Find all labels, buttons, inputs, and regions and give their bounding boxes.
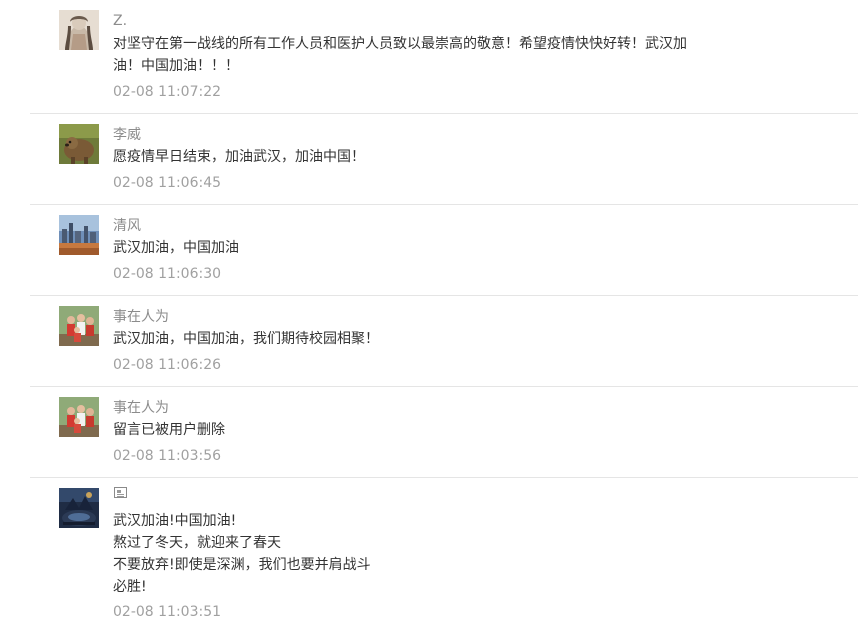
- avatar[interactable]: [59, 124, 99, 164]
- comment-item: Z. 对坚守在第一战线的所有工作人员和医护人员致以最崇高的敬意！希望疫情快快好转…: [30, 0, 858, 114]
- comment-nickname: 事在人为: [113, 400, 169, 416]
- comment-item: 李威 愿疫情早日结束，加油武汉，加油中国！ 02-08 11:06:45: [30, 114, 858, 205]
- avatar[interactable]: [59, 215, 99, 255]
- comment-item: 事在人为 武汉加油，中国加油，我们期待校园相聚！ 02-08 11:06:26: [30, 296, 858, 387]
- comment-timestamp: 02-08 11:03:56: [113, 448, 222, 464]
- comment-nickname: 清风: [113, 218, 141, 234]
- comment-text-line: 愿疫情早日结束，加油武汉，加油中国！: [113, 149, 365, 165]
- comment-item: 武汉加油!中国加油! 熬过了冬天，就迎来了春天 不要放弃!即使是深渊，我们也要并…: [30, 478, 858, 629]
- avatar[interactable]: [59, 397, 99, 437]
- comment-text-line: 留言已被用户删除: [113, 422, 225, 438]
- comment-nickname: 李威: [113, 127, 141, 143]
- comment-content: 武汉加油，中国加油，我们期待校园相聚！: [113, 328, 713, 350]
- comment-timestamp: 02-08 11:07:22: [113, 84, 222, 100]
- comment-nickname: Z.: [113, 13, 128, 29]
- comment-item: 事在人为 留言已被用户删除 02-08 11:03:56: [30, 387, 858, 478]
- comment-timestamp: 02-08 11:06:45: [113, 175, 222, 191]
- avatar[interactable]: [59, 306, 99, 346]
- avatar[interactable]: [59, 10, 99, 50]
- comment-item: 清风 武汉加油，中国加油 02-08 11:06:30: [30, 205, 858, 296]
- comment-text-line: 油！中国加油！！！: [113, 58, 239, 74]
- comment-content: 对坚守在第一战线的所有工作人员和医护人员致以最崇高的敬意！希望疫情快快好转！武汉…: [113, 33, 713, 77]
- comment-text-line: 武汉加油，中国加油: [113, 240, 239, 256]
- comment-timestamp: 02-08 11:06:30: [113, 266, 222, 282]
- comment-nickname: 事在人为: [113, 309, 169, 325]
- comment-content: 武汉加油!中国加油! 熬过了冬天，就迎来了春天 不要放弃!即使是深渊，我们也要并…: [113, 510, 713, 598]
- comment-timestamp: 02-08 11:03:51: [113, 604, 222, 620]
- comment-text-line: 熬过了冬天，就迎来了春天: [113, 535, 281, 551]
- comment-text-line: 武汉加油!中国加油!: [113, 513, 237, 529]
- avatar[interactable]: [59, 488, 99, 528]
- comment-text-line: 不要放弃!即使是深渊，我们也要并肩战斗: [113, 557, 371, 573]
- comment-text-line: 武汉加油，中国加油，我们期待校园相聚！: [113, 331, 379, 347]
- comment-text-line: 对坚守在第一战线的所有工作人员和医护人员致以最崇高的敬意！希望疫情快快好转！武汉…: [113, 36, 687, 52]
- comment-content: 武汉加油，中国加油: [113, 237, 713, 259]
- comment-content: 留言已被用户删除: [113, 419, 713, 441]
- comment-text-line: 必胜!: [113, 579, 147, 595]
- card-icon: [114, 487, 127, 498]
- comment-timestamp: 02-08 11:06:26: [113, 357, 222, 373]
- comment-list: Z. 对坚守在第一战线的所有工作人员和医护人员致以最崇高的敬意！希望疫情快快好转…: [30, 0, 858, 629]
- comment-content: 愿疫情早日结束，加油武汉，加油中国！: [113, 146, 713, 168]
